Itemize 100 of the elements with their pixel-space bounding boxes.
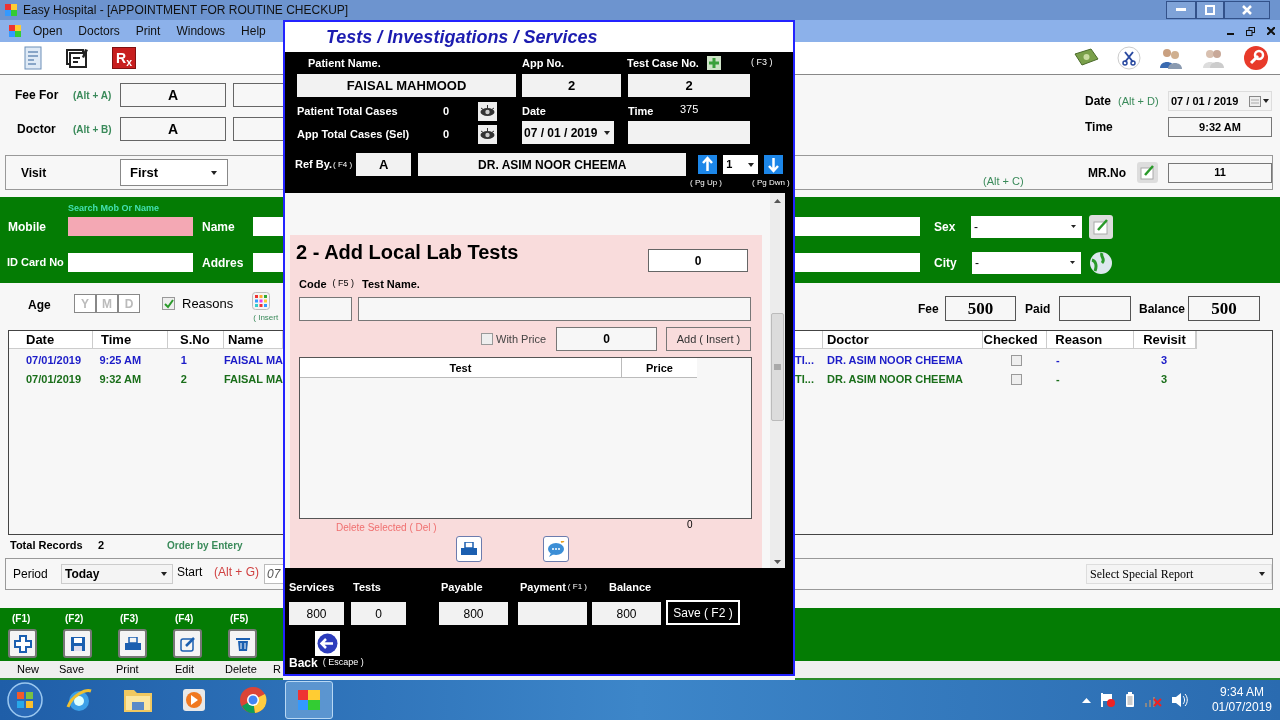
city-dropdown[interactable]: - bbox=[972, 251, 1081, 274]
save-button[interactable]: Save ( F2 ) bbox=[666, 600, 740, 625]
restore-icon[interactable] bbox=[1246, 26, 1255, 36]
period-dropdown[interactable]: Today bbox=[61, 564, 173, 584]
mobile-field[interactable] bbox=[68, 217, 193, 236]
grid-icon[interactable] bbox=[251, 292, 270, 310]
menu-item[interactable]: Doctors bbox=[78, 22, 120, 40]
date-dropdown[interactable]: 07 / 01 / 2019 bbox=[522, 121, 614, 144]
eye-icon[interactable] bbox=[478, 102, 497, 121]
time-field[interactable]: 9:32 AM bbox=[1168, 117, 1272, 137]
app-no-field[interactable]: 2 bbox=[522, 74, 621, 97]
browser-icon[interactable] bbox=[238, 685, 268, 715]
field-label: Patient Total Cases bbox=[297, 104, 399, 120]
arrow-down-icon[interactable] bbox=[764, 155, 784, 174]
summary-field[interactable]: 800 bbox=[289, 602, 344, 625]
test-case-field[interactable]: 2 bbox=[628, 74, 750, 97]
sex-dropdown[interactable]: - bbox=[971, 215, 1082, 238]
caret-icon bbox=[161, 572, 167, 576]
count-field[interactable]: 0 bbox=[648, 249, 748, 272]
action-button[interactable] bbox=[118, 629, 147, 658]
wrench-icon[interactable] bbox=[1243, 45, 1269, 71]
dialog-title: Tests / Investigations / Services bbox=[326, 25, 598, 49]
volume-icon[interactable] bbox=[1170, 692, 1189, 708]
taskbar-app-button[interactable] bbox=[285, 681, 333, 719]
arrow-up-icon[interactable] bbox=[698, 155, 718, 174]
code-field[interactable]: A bbox=[120, 117, 226, 141]
print-button[interactable] bbox=[456, 536, 482, 562]
document-edit-icon[interactable] bbox=[65, 47, 89, 69]
text-field[interactable] bbox=[233, 117, 283, 141]
action-button[interactable] bbox=[63, 629, 92, 658]
summary-field[interactable] bbox=[518, 602, 587, 625]
close-button[interactable] bbox=[1224, 1, 1270, 19]
shortcut-hint: (F1) bbox=[11, 612, 32, 626]
action-button[interactable] bbox=[8, 629, 37, 658]
media-player-icon[interactable] bbox=[180, 686, 208, 714]
report-dropdown[interactable]: Select Special Report bbox=[1086, 564, 1272, 584]
clock[interactable]: 9:34 AM 01/07/2019 bbox=[1211, 685, 1272, 715]
plus-icon bbox=[13, 634, 32, 653]
code-field[interactable] bbox=[299, 297, 352, 321]
edit-icon[interactable] bbox=[1137, 162, 1158, 183]
paid-field[interactable] bbox=[1059, 296, 1131, 321]
menu-item[interactable]: Print bbox=[135, 22, 161, 40]
table-cell-text: 07/01/2019 bbox=[25, 372, 83, 388]
checkbox-label: With Price bbox=[496, 331, 548, 347]
start-button[interactable] bbox=[6, 681, 44, 719]
visit-dropdown[interactable]: First bbox=[120, 159, 228, 186]
date-picker[interactable]: 07 / 01 / 2019 bbox=[1168, 91, 1272, 111]
scissors-icon[interactable] bbox=[1117, 46, 1141, 70]
people-icon[interactable] bbox=[1159, 46, 1183, 70]
page-dropdown[interactable]: 1 bbox=[723, 155, 759, 174]
globe-icon[interactable] bbox=[1089, 250, 1113, 275]
test-name-field[interactable] bbox=[358, 297, 751, 321]
checkbox[interactable] bbox=[1010, 355, 1022, 366]
price-field[interactable]: 0 bbox=[556, 327, 657, 351]
fee-field[interactable]: 500 bbox=[945, 296, 1016, 321]
ref-code-field[interactable]: A bbox=[356, 153, 412, 176]
action-label: Save bbox=[59, 663, 85, 676]
flag-icon[interactable] bbox=[1099, 692, 1116, 708]
close-icon[interactable] bbox=[1267, 27, 1275, 35]
rx-button[interactable]: R$_{x}$ bbox=[112, 47, 136, 69]
summary-field[interactable]: 800 bbox=[592, 602, 661, 625]
menu-item[interactable]: Help bbox=[241, 22, 266, 40]
address-field[interactable] bbox=[795, 253, 920, 272]
patient-name-field[interactable]: FAISAL MAHMOOD bbox=[297, 74, 516, 97]
address-field[interactable] bbox=[253, 253, 283, 272]
name-field[interactable] bbox=[253, 217, 283, 236]
scroll-thumb[interactable] bbox=[771, 313, 784, 421]
field-label: Doctor bbox=[17, 121, 57, 138]
checkbox[interactable] bbox=[1010, 374, 1022, 385]
scroll-down-icon[interactable] bbox=[774, 560, 781, 564]
message-button[interactable] bbox=[543, 536, 569, 562]
balance-field[interactable]: 500 bbox=[1188, 296, 1260, 321]
menu-item[interactable]: Open bbox=[33, 22, 63, 40]
battery-icon[interactable] bbox=[1124, 692, 1135, 708]
checkbox[interactable] bbox=[481, 333, 493, 345]
summary-field[interactable]: 0 bbox=[351, 602, 406, 625]
edit-icon[interactable] bbox=[1089, 214, 1113, 239]
name-field[interactable] bbox=[795, 217, 920, 236]
show-hidden-icon[interactable] bbox=[1081, 697, 1091, 703]
start-date-field[interactable]: 07 bbox=[264, 564, 283, 584]
scrollbar[interactable] bbox=[770, 193, 785, 568]
action-button[interactable] bbox=[228, 629, 257, 658]
ref-doctor-field[interactable]: DR. ASIM NOOR CHEEMA bbox=[418, 153, 687, 176]
scroll-up-icon[interactable] bbox=[774, 199, 781, 203]
maximize-button[interactable] bbox=[1196, 1, 1224, 19]
mr-number-field[interactable]: 11 bbox=[1168, 162, 1272, 183]
add-button[interactable]: Add ( Insert ) bbox=[666, 327, 751, 351]
minimize-button[interactable] bbox=[1166, 1, 1196, 19]
field-label: Period bbox=[13, 566, 49, 583]
menu-item[interactable]: Windows bbox=[176, 22, 226, 40]
time-field[interactable] bbox=[628, 121, 750, 144]
checkbox[interactable] bbox=[162, 297, 175, 310]
back-icon[interactable] bbox=[315, 631, 340, 656]
code-field[interactable]: A bbox=[120, 83, 226, 107]
text-field[interactable] bbox=[233, 83, 283, 107]
eye-icon[interactable] bbox=[478, 125, 497, 144]
action-button[interactable] bbox=[173, 629, 202, 658]
money-icon[interactable] bbox=[1073, 48, 1099, 68]
summary-field[interactable]: 800 bbox=[439, 602, 508, 625]
id-card-field[interactable] bbox=[68, 253, 193, 272]
